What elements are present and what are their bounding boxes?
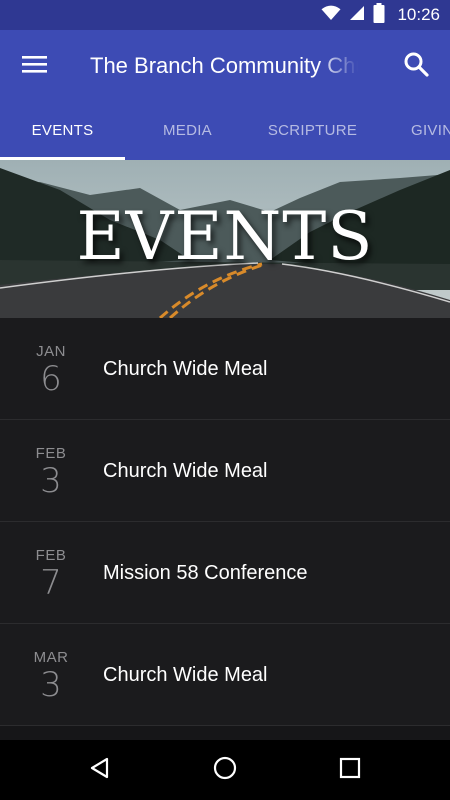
events-hero-banner: EVENTS [0, 160, 450, 318]
event-day: 6 [40, 359, 62, 399]
tab-scripture[interactable]: SCRIPTURE [250, 102, 375, 160]
event-list-item[interactable]: FEB 3 Church Wide Meal [0, 420, 450, 522]
tab-giving[interactable]: GIVING [411, 102, 450, 160]
event-month: FEB [35, 445, 67, 462]
tab-media[interactable]: MEDIA [125, 102, 250, 160]
event-title: Church Wide Meal [103, 358, 268, 380]
back-button[interactable] [78, 748, 122, 792]
event-list-item[interactable]: FEB 7 Mission 58 Conference [0, 522, 450, 624]
back-icon [88, 756, 112, 785]
status-bar: 10:26 [0, 0, 450, 30]
tab-events[interactable]: EVENTS [0, 102, 125, 160]
event-title: Mission 58 Conference [103, 562, 308, 584]
system-navigation-bar [0, 740, 450, 800]
battery-icon [373, 2, 385, 28]
app-bar: The Branch Community Church [0, 30, 450, 102]
event-list-item[interactable]: MAR 3 Church Wide Meal [0, 624, 450, 726]
event-list-item[interactable]: JAN 6 Church Wide Meal [0, 318, 450, 420]
event-month: MAR [33, 649, 69, 666]
cell-signal-icon [349, 5, 365, 26]
home-icon [212, 755, 238, 786]
hamburger-menu-icon [22, 54, 48, 79]
recents-icon [339, 757, 361, 784]
event-title: Church Wide Meal [103, 664, 268, 686]
event-title: Church Wide Meal [103, 460, 268, 482]
event-day: 3 [40, 665, 62, 705]
event-month: FEB [35, 547, 67, 564]
status-icons: 10:26 [321, 0, 440, 30]
home-button[interactable] [203, 748, 247, 792]
tab-bar: EVENTS MEDIA SCRIPTURE GIVING [0, 102, 450, 160]
app-title: The Branch Community Church [90, 53, 358, 78]
search-icon [403, 51, 429, 82]
search-button[interactable] [396, 46, 436, 86]
menu-button[interactable] [14, 46, 56, 86]
event-month: JAN [36, 343, 66, 360]
event-list: JAN 6 Church Wide Meal FEB 3 Church Wide… [0, 318, 450, 740]
event-day: 3 [40, 461, 62, 501]
event-day: 7 [40, 563, 62, 603]
status-time: 10:26 [397, 5, 440, 24]
hero-title: EVENTS [76, 198, 374, 275]
recents-button[interactable] [328, 748, 372, 792]
wifi-icon [321, 5, 341, 26]
